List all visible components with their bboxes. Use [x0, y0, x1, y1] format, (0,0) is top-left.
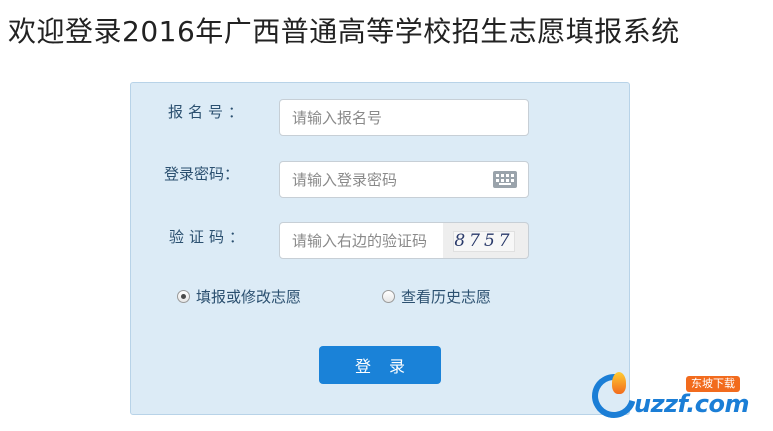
captcha-refresh[interactable]: 8757	[443, 222, 529, 259]
radio-label-fill-or-modify: 填报或修改志愿	[196, 288, 302, 306]
password-input[interactable]	[279, 161, 529, 198]
captcha-input[interactable]	[279, 222, 444, 259]
captcha-label: 验证码：	[169, 228, 250, 246]
password-label: 登录密码：	[164, 165, 240, 183]
page-title: 欢迎登录2016年广西普通高等学校招生志愿填报系统	[8, 15, 680, 48]
radio-button-unchecked[interactable]	[382, 290, 395, 303]
watermark-logo: 东坡下载 uzzf.com	[583, 365, 768, 428]
login-button[interactable]: 登录	[319, 346, 441, 384]
radio-button-checked[interactable]	[177, 290, 190, 303]
watermark-domain: uzzf.com	[634, 390, 750, 418]
radio-view-history[interactable]: 查看历史志愿	[382, 286, 491, 307]
radio-label-view-history: 查看历史志愿	[401, 288, 492, 306]
logo-flame-icon	[612, 372, 626, 394]
keyboard-icon[interactable]	[493, 171, 517, 188]
login-panel: 报名号： 登录密码： 验证码： 8757 填报或修改志愿 查看历史志愿 登录	[130, 82, 630, 415]
radio-fill-or-modify[interactable]: 填报或修改志愿	[177, 286, 301, 307]
registration-label: 报名号：	[168, 103, 249, 121]
registration-input[interactable]	[279, 99, 529, 136]
captcha-image[interactable]: 8757	[453, 231, 515, 252]
